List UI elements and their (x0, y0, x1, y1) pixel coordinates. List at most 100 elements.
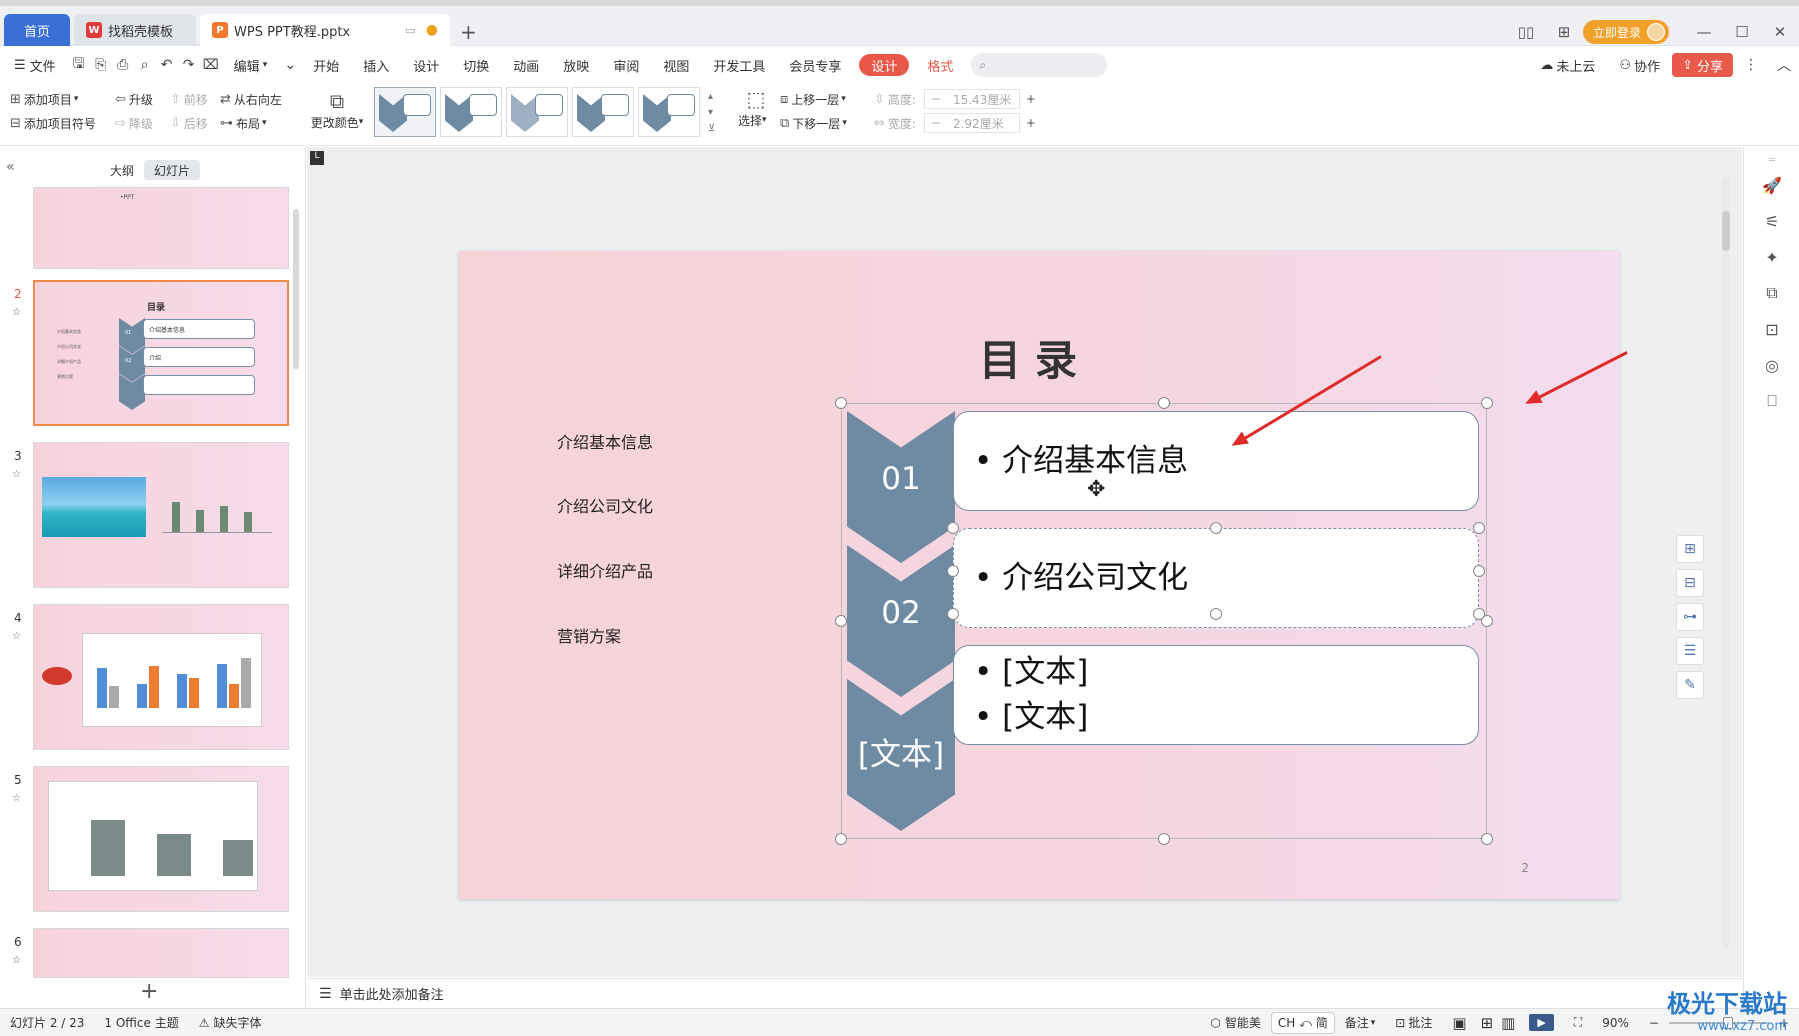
menu-review[interactable]: 审阅 (601, 47, 651, 83)
input-method-indicator[interactable]: CH ⤺ 简 (1270, 1011, 1335, 1034)
style-option[interactable] (374, 87, 436, 137)
card-text[interactable]: • 介绍公司文化 (974, 556, 1478, 601)
collapse-ribbon-icon[interactable]: ︿ (1769, 47, 1799, 83)
tab-format[interactable]: 格式 (915, 47, 965, 83)
compass-icon[interactable]: ◎ (1744, 347, 1799, 383)
resize-handle[interactable] (835, 833, 847, 845)
slide-thumbnail-6[interactable] (33, 928, 289, 978)
image-edit-icon[interactable]: ⊡ (1744, 311, 1799, 347)
sliders-icon[interactable]: ⚟ (1744, 203, 1799, 239)
reading-view-icon[interactable]: ▥ (1497, 1009, 1519, 1036)
rocket-icon[interactable]: 🚀 (1744, 167, 1799, 203)
slides-icon[interactable]: ⧉ (1744, 275, 1799, 311)
notes-toggle[interactable]: 备注 ▾ (1335, 1009, 1386, 1036)
resize-handle[interactable] (1481, 833, 1493, 845)
book-icon[interactable]: ⎕ (1744, 383, 1799, 419)
select-button[interactable]: ⬚ 选择 ▾ (738, 87, 774, 129)
card-text[interactable]: • [文本] (974, 695, 1478, 740)
list-card-3[interactable]: • [文本] • [文本] (953, 645, 1479, 745)
vertical-scrollbar[interactable] (1722, 177, 1730, 947)
gallery-scroll[interactable]: ▴ ▾ ⊻ (708, 89, 715, 137)
slide-thumbnail-4[interactable] (33, 604, 289, 750)
card-text[interactable]: • [文本] (974, 650, 1478, 695)
undo-icon[interactable]: ↶ (156, 47, 178, 83)
toc-item[interactable]: 介绍公司文化 (557, 493, 653, 517)
tab-smartart-design[interactable]: 设计 (859, 54, 910, 76)
text-pane-icon[interactable]: ☰ (1676, 637, 1704, 665)
fit-window-icon[interactable]: ⛶ (1564, 1009, 1592, 1036)
change-color-button[interactable]: ⧉ 更改颜色 ▾ (306, 89, 368, 131)
missing-font-button[interactable]: ⚠ 缺失字体 (189, 1009, 272, 1036)
file-menu[interactable]: ☰ 文件 (0, 47, 68, 83)
resize-handle[interactable] (835, 615, 847, 627)
notes-bar[interactable]: ☰ 单击此处添加备注 (307, 978, 1742, 1008)
slide-thumbnail-5[interactable] (33, 766, 289, 912)
new-tab-plus-icon[interactable]: + (460, 20, 477, 44)
menu-start[interactable]: 开始 (301, 47, 351, 83)
print-icon[interactable]: ⎙ (112, 47, 134, 83)
backward-button[interactable]: ⇩ 后移 (170, 111, 208, 135)
add-shape-icon[interactable]: ⊞ (1676, 535, 1704, 563)
slide-thumbnail-3[interactable] (33, 442, 289, 588)
bring-forward-button[interactable]: ⧈ 上移一层 ▾ (780, 87, 847, 111)
resize-handle[interactable] (1473, 608, 1485, 620)
apps-grid-icon[interactable]: ⊞ (1545, 12, 1583, 52)
shape-style-icon[interactable]: ⊶ (1676, 603, 1704, 631)
layout-icon[interactable]: ▯▯ (1507, 12, 1545, 52)
format-painter-icon[interactable]: ⌧ (200, 47, 222, 83)
resize-handle[interactable] (1473, 565, 1485, 577)
tab-home[interactable]: 首页 (4, 14, 70, 46)
style-option[interactable] (572, 87, 634, 137)
height-field[interactable]: −15.43厘米 (923, 89, 1020, 109)
screen-icon[interactable]: ▭ (405, 24, 415, 37)
export-icon[interactable]: ⎘ (90, 47, 112, 83)
scroll-thumb[interactable] (1722, 211, 1730, 251)
menu-developer[interactable]: 开发工具 (701, 47, 777, 83)
style-option[interactable] (440, 87, 502, 137)
toc-item[interactable]: 介绍基本信息 (557, 429, 653, 453)
rtl-button[interactable]: ⇄ 从右向左 (220, 87, 282, 111)
style-option[interactable] (638, 87, 700, 137)
card-text[interactable]: • 介绍基本信息 (974, 439, 1478, 484)
plus-icon[interactable]: + (1026, 92, 1036, 106)
send-backward-button[interactable]: ⧉ 下移一层 ▾ (780, 111, 847, 135)
chevron-number-1[interactable]: 01 (847, 461, 955, 497)
resize-handle[interactable] (1210, 522, 1222, 534)
add-item-button[interactable]: ⊞ 添加项目 ▾ (10, 87, 96, 111)
minus-icon[interactable]: − (925, 92, 947, 106)
pen-icon[interactable]: ✎ (1676, 671, 1704, 699)
layout-button[interactable]: ⊶ 布局 ▾ (220, 111, 282, 135)
add-bullet-button[interactable]: ⊟ 添加项目符号 (10, 111, 96, 135)
slide-thumbnail-1[interactable]: •PPT (33, 187, 289, 269)
menu-animation[interactable]: 动画 (501, 47, 551, 83)
zoom-level[interactable]: 90% (1592, 1009, 1639, 1036)
menu-design[interactable]: 设计 (401, 47, 451, 83)
menu-slideshow[interactable]: 放映 (551, 47, 601, 83)
resize-handle[interactable] (947, 565, 959, 577)
resize-handle[interactable] (835, 397, 847, 409)
plus-icon[interactable]: + (1026, 116, 1036, 130)
resize-handle[interactable] (947, 608, 959, 620)
upgrade-button[interactable]: ⇦ 升级 (115, 87, 153, 111)
menu-transition[interactable]: 切换 (451, 47, 501, 83)
change-layout-icon[interactable]: ⊟ (1676, 569, 1704, 597)
grid-view-icon[interactable]: ⊞ (1477, 1009, 1498, 1036)
share-button[interactable]: ⇪ 分享 (1672, 53, 1733, 77)
current-slide[interactable]: 目录 介绍基本信息 介绍公司文化 详细介绍产品 营销方案 01 02 [文本] … (459, 251, 1704, 899)
collab-button[interactable]: ⚇ 协作 (1607, 47, 1672, 83)
add-slide-plus-icon[interactable]: + (140, 979, 158, 1004)
login-button[interactable]: 立即登录 (1582, 20, 1669, 44)
tab-document[interactable]: P WPS PPT教程.pptx ▭ ● (200, 14, 450, 46)
forward-button[interactable]: ⇧ 前移 (170, 87, 208, 111)
menu-insert[interactable]: 插入 (351, 47, 401, 83)
toc-item[interactable]: 详细介绍产品 (557, 558, 653, 582)
toc-item[interactable]: 营销方案 (557, 623, 621, 647)
resize-handle[interactable] (1481, 397, 1493, 409)
close-icon[interactable]: ✕ (1761, 12, 1799, 52)
menu-view[interactable]: 视图 (651, 47, 701, 83)
resize-handle[interactable] (1158, 833, 1170, 845)
smart-beautify-button[interactable]: ⬡ 智能美 (1200, 1009, 1271, 1036)
edit-menu[interactable]: 编辑 ▾ (222, 47, 280, 83)
style-option[interactable] (506, 87, 568, 137)
cloud-status[interactable]: ☁ 未上云 (1528, 47, 1607, 83)
